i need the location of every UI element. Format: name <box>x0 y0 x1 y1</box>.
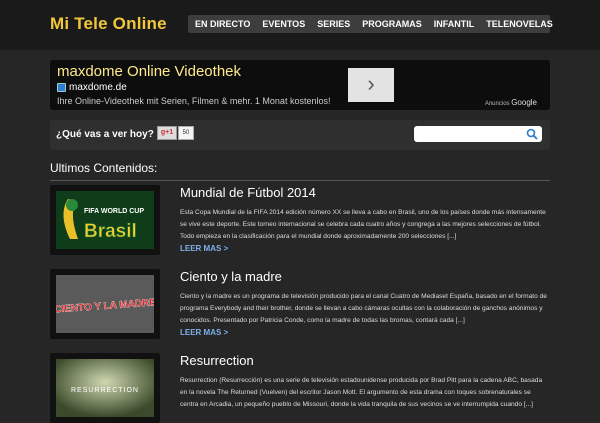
read-more-link[interactable]: LEER MAS > <box>180 244 228 253</box>
nav-item-infantil[interactable]: INFANTIL <box>427 19 480 29</box>
post-thumbnail[interactable]: CIENTO Y LA MADRE <box>50 269 160 339</box>
ad-title[interactable]: maxdome Online Videothek <box>57 63 241 80</box>
thumb-text: FIFA WORLD CUP <box>84 208 144 215</box>
favicon-icon <box>57 83 66 92</box>
ads-by-google[interactable]: Anuncios Google <box>485 98 537 107</box>
ad-arrow-button[interactable]: › <box>348 68 394 102</box>
site-logo[interactable]: Mi Tele Online <box>50 14 167 34</box>
nav-item-telenovelas[interactable]: TELENOVELAS <box>479 19 558 29</box>
post-description: Resurrection (Resurrección) es una serie… <box>180 377 543 408</box>
gplus-button[interactable]: g+1 <box>157 126 177 140</box>
thumb-text: RESURRECTION <box>71 387 139 394</box>
divider <box>50 180 550 181</box>
nav-item-en-directo[interactable]: EN DIRECTO <box>188 19 255 29</box>
ad-banner[interactable]: maxdome Online Videothek maxdome.de Ihre… <box>50 60 550 110</box>
site-header: Mi Tele Online EN DIRECTO EVENTOS SERIES… <box>0 0 600 50</box>
section-title: Ultimos Contenidos: <box>50 161 158 175</box>
ciento-logo: CIENTO Y LA MADRE <box>56 275 154 333</box>
ads-label: Anuncios <box>484 101 510 107</box>
post-thumbnail[interactable]: FIFA WORLD CUP Brasil <box>50 185 160 255</box>
ad-description: Ihre Online-Videothek mit Serien, Filmen… <box>57 96 331 106</box>
search-icon[interactable] <box>526 128 538 140</box>
post-title[interactable]: Ciento y la madre <box>180 269 282 284</box>
nav-item-series[interactable]: SERIES <box>310 19 355 29</box>
main-nav: EN DIRECTO EVENTOS SERIES PROGRAMAS INFA… <box>188 15 553 33</box>
thumb-text-2: Brasil <box>84 221 137 242</box>
search-question: ¿Qué vas a ver hoy? <box>56 129 154 140</box>
nav-item-programas[interactable]: PROGRAMAS <box>355 19 427 29</box>
ad-domain-text: maxdome.de <box>69 82 127 93</box>
read-more-link[interactable]: LEER MAS > <box>180 328 228 337</box>
search-bar: ¿Qué vas a ver hoy? g+1 50 <box>50 120 550 150</box>
search-input[interactable] <box>414 126 542 142</box>
nav-item-eventos[interactable]: EVENTOS <box>255 19 310 29</box>
post-title[interactable]: Resurrection <box>180 353 254 368</box>
chevron-right-icon: › <box>367 71 375 96</box>
resurrection-image: RESURRECTION <box>56 359 154 417</box>
google-label: Google <box>511 98 537 107</box>
gplus-count: 50 <box>178 126 194 140</box>
post-title[interactable]: Mundial de Fútbol 2014 <box>180 185 316 200</box>
ad-domain[interactable]: maxdome.de <box>57 82 127 93</box>
world-cup-logo: FIFA WORLD CUP Brasil <box>56 191 154 249</box>
post-thumbnail[interactable]: RESURRECTION <box>50 353 160 423</box>
post-description: Ciento y la madre es un programa de tele… <box>180 293 547 324</box>
post-description: Esta Copa Mundial de la FIFA 2014 edició… <box>180 209 546 240</box>
